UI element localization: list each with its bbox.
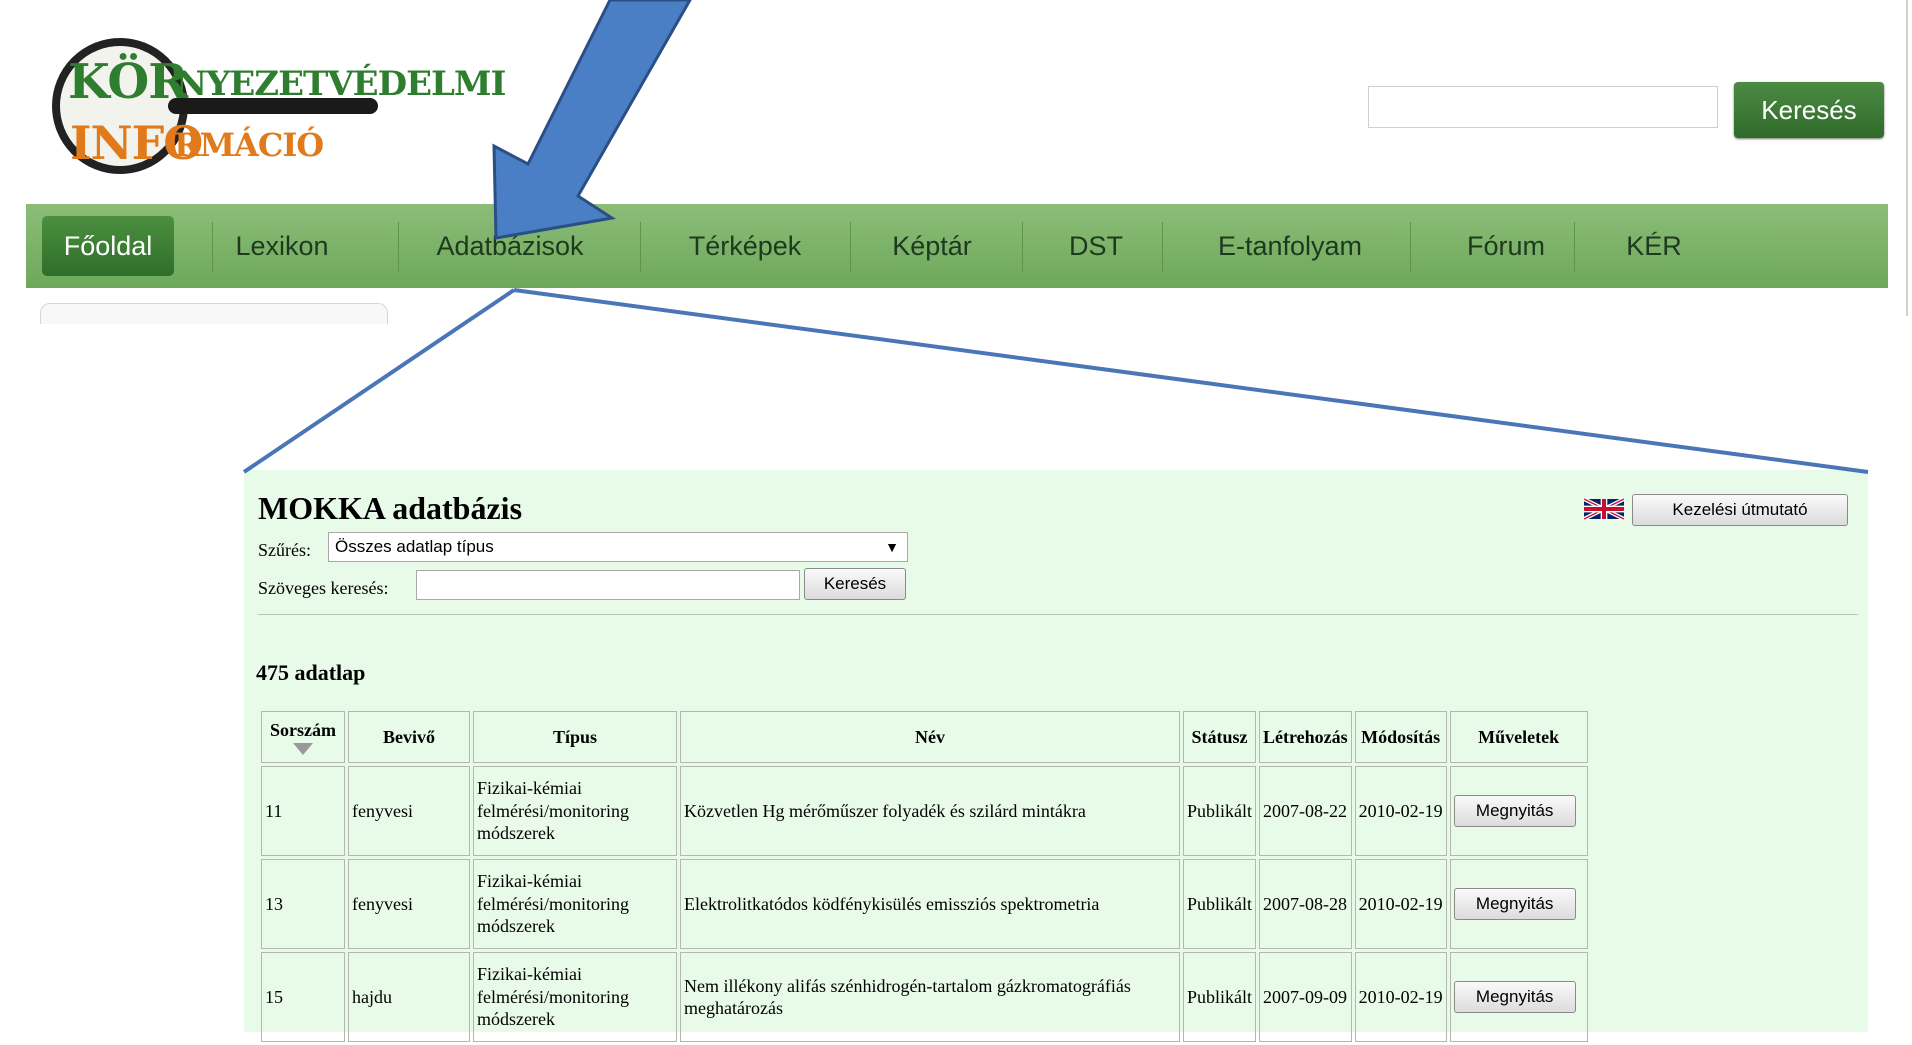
uk-flag-icon[interactable] (1584, 496, 1624, 522)
nav-separator (212, 222, 213, 272)
column-header-statusz[interactable]: Státusz (1183, 711, 1257, 763)
mokka-panel: MOKKA adatbázis Kezelési útmutató Szűrés… (244, 470, 1868, 1042)
nav-item-terkepek[interactable]: Térképek (652, 204, 838, 288)
column-header-modositas[interactable]: Módosítás (1354, 711, 1447, 763)
user-guide-button[interactable]: Kezelési útmutató (1632, 494, 1848, 526)
dropdown-arrow-icon: ▼ (885, 539, 899, 555)
site-logo[interactable]: KÖR NYEZETVÉDELMI INFO RMÁCIÓ (48, 34, 506, 184)
cell-type: Fizikai-kémiai felmérési/monitoring móds… (473, 859, 677, 949)
cell-status: Publikált (1183, 859, 1257, 949)
column-header-sorszam[interactable]: Sorszám (261, 711, 345, 763)
cell-created: 2007-08-22 (1259, 766, 1352, 856)
site-header: KÖR NYEZETVÉDELMI INFO RMÁCIÓ Keresés Fő… (0, 0, 1912, 324)
cell-name: Elektrolitkatódos ködfénykisülés emisszi… (680, 859, 1180, 949)
cell-actions: Megnyitás (1449, 766, 1588, 856)
content-tab-stub (40, 303, 388, 324)
site-search-input[interactable] (1368, 86, 1718, 128)
open-button[interactable]: Megnyitás (1453, 888, 1576, 920)
nav-item-lexikon[interactable]: Lexikon (222, 204, 342, 288)
table-header-row: Sorszám Bevivő Típus Név Státusz Létreho… (261, 711, 1588, 763)
cell-actions: Megnyitás (1449, 952, 1588, 1042)
table-row: 13 fenyvesi Fizikai-kémiai felmérési/mon… (261, 859, 1588, 949)
nav-item-forum[interactable]: Fórum (1420, 204, 1592, 288)
table-row: 11 fenyvesi Fizikai-kémiai felmérési/mon… (261, 766, 1588, 856)
nav-item-adatbazisok[interactable]: Adatbázisok (410, 204, 610, 288)
cell-modified: 2010-02-19 (1354, 952, 1447, 1042)
cell-status: Publikált (1183, 766, 1257, 856)
cell-status: Publikált (1183, 952, 1257, 1042)
cell-type: Fizikai-kémiai felmérési/monitoring móds… (473, 766, 677, 856)
text-search-label: Szöveges keresés: (258, 578, 389, 598)
filter-select-value: Összes adatlap típus (335, 537, 494, 556)
nav-item-dst[interactable]: DST (1032, 204, 1160, 288)
nav-separator (640, 222, 641, 272)
main-nav: Főoldal Lexikon Adatbázisok Térképek Kép… (26, 204, 1888, 288)
cell-id: 13 (261, 859, 345, 949)
column-header-tipus[interactable]: Típus (473, 711, 677, 763)
filter-select[interactable]: Összes adatlap típus ▼ (328, 532, 908, 562)
logo-text-nyezetvedelmi: NYEZETVÉDELMI (176, 64, 506, 104)
record-count: 475 adatlap (256, 660, 366, 685)
sort-down-icon (293, 743, 313, 756)
page-title: MOKKA adatbázis (258, 490, 523, 526)
nav-separator (1022, 222, 1023, 272)
cell-id: 15 (261, 952, 345, 1042)
cell-name: Közvetlen Hg mérőműszer folyadék és szil… (680, 766, 1180, 856)
cell-id: 11 (261, 766, 345, 856)
nav-item-ker[interactable]: KÉR (1584, 204, 1724, 288)
column-header-bevivo[interactable]: Bevivő (348, 711, 470, 763)
zoom-line-right (513, 288, 1869, 474)
cell-by: fenyvesi (348, 859, 470, 949)
nav-item-fooldal[interactable]: Főoldal (42, 216, 174, 276)
cell-created: 2007-09-09 (1259, 952, 1352, 1042)
cell-by: fenyvesi (348, 766, 470, 856)
nav-separator (1162, 222, 1163, 272)
open-button[interactable]: Megnyitás (1453, 981, 1576, 1013)
site-search-button[interactable]: Keresés (1734, 82, 1884, 138)
cell-type: Fizikai-kémiai felmérési/monitoring móds… (473, 952, 677, 1042)
nav-separator (398, 222, 399, 272)
cell-name: Nem illékony alifás szénhidrogén-tartalo… (680, 952, 1180, 1042)
column-header-nev[interactable]: Név (680, 711, 1180, 763)
cell-modified: 2010-02-19 (1354, 766, 1447, 856)
column-header-muveletek: Műveletek (1449, 711, 1588, 763)
logo-text-rmacio: RMÁCIÓ (174, 126, 324, 164)
cell-modified: 2010-02-19 (1354, 859, 1447, 949)
open-button[interactable]: Megnyitás (1453, 795, 1576, 827)
nav-item-keptar[interactable]: Képtár (862, 204, 1002, 288)
text-search-button[interactable]: Keresés (804, 568, 906, 600)
cell-created: 2007-08-28 (1259, 859, 1352, 949)
page-edge-rule (1906, 0, 1908, 316)
cell-actions: Megnyitás (1449, 859, 1588, 949)
cell-by: hajdu (348, 952, 470, 1042)
nav-separator (850, 222, 851, 272)
nav-separator (1574, 222, 1575, 272)
nav-item-e-tanfolyam[interactable]: E-tanfolyam (1172, 204, 1408, 288)
divider (258, 614, 1858, 615)
column-header-label: Sorszám (270, 719, 336, 740)
filter-label: Szűrés: (258, 540, 311, 560)
table-row: 15 hajdu Fizikai-kémiai felmérési/monito… (261, 952, 1588, 1042)
nav-separator (1410, 222, 1411, 272)
column-header-letrehozas[interactable]: Létrehozás (1259, 711, 1352, 763)
records-table: Sorszám Bevivő Típus Név Státusz Létreho… (258, 708, 1591, 1045)
logo-text-kor: KÖR (68, 54, 188, 110)
text-search-input[interactable] (416, 570, 800, 600)
